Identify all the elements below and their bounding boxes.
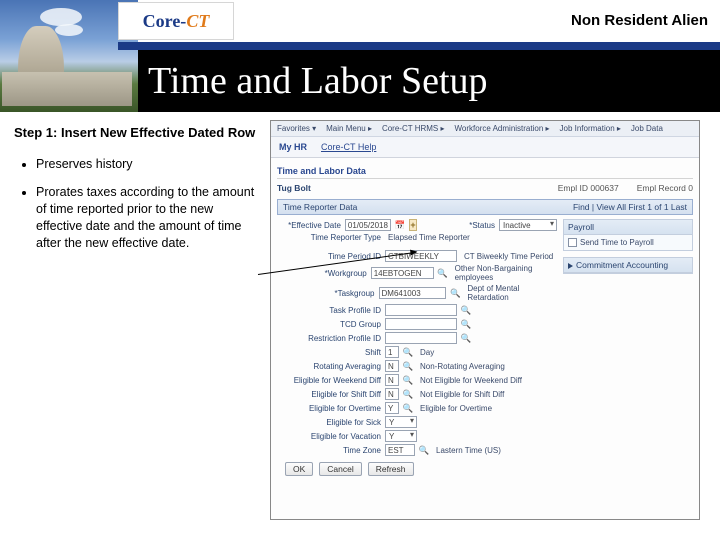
tz-label: Time Zone xyxy=(277,446,381,455)
core-ct-logo: Core-CT xyxy=(118,2,234,40)
add-row-icon[interactable]: + xyxy=(409,219,417,231)
lookup-icon[interactable]: 🔍 xyxy=(419,445,429,455)
sd-input[interactable]: N xyxy=(385,388,399,400)
emplid-label: Empl ID xyxy=(558,183,588,193)
wkd-input[interactable]: N xyxy=(385,374,399,386)
restrict-input[interactable] xyxy=(385,332,457,344)
lookup-icon[interactable]: 🔍 xyxy=(438,268,448,278)
logo-core-text: Core- xyxy=(143,11,187,32)
logo-ct-text: CT xyxy=(186,11,209,32)
sd-label: Eligible for Shift Diff xyxy=(277,390,381,399)
lookup-icon[interactable]: 🔍 xyxy=(450,288,460,298)
tz-input[interactable]: EST xyxy=(385,444,415,456)
workgroup-input[interactable]: 14EBTOGEN xyxy=(371,267,434,279)
section-header: Time and Labor Data xyxy=(277,166,693,179)
screenshot-panel: Favorites ▾ Main Menu ▸ Core-CT HRMS ▸ W… xyxy=(270,120,700,520)
emplrcd-value: 0 xyxy=(688,183,693,193)
employee-name: Tug Bolt xyxy=(277,183,311,193)
lookup-icon[interactable]: 🔍 xyxy=(461,319,471,329)
document-title: Non Resident Alien xyxy=(571,12,708,29)
taskprof-label: Task Profile ID xyxy=(277,306,381,315)
wkd-label: Eligible for Weekend Diff xyxy=(277,376,381,385)
lookup-icon[interactable]: 🔍 xyxy=(461,333,471,343)
vac-select[interactable]: Y xyxy=(385,430,417,442)
wkd-desc: Not Eligible for Weekend Diff xyxy=(420,376,522,385)
calendar-icon[interactable]: 📅 xyxy=(395,220,405,230)
crumb-item[interactable]: Core-CT HRMS ▸ xyxy=(382,124,445,133)
trtype-value: Elapsed Time Reporter xyxy=(388,233,470,242)
tr-data-header: Time Reporter Data xyxy=(283,202,357,212)
crumb-item[interactable]: Favorites ▾ xyxy=(277,124,316,133)
crumb-item[interactable]: Main Menu ▸ xyxy=(326,124,372,133)
effdt-label: *Effective Date xyxy=(277,221,341,230)
lookup-icon[interactable]: 🔍 xyxy=(403,375,413,385)
lookup-icon[interactable]: 🔍 xyxy=(403,389,413,399)
status-label: *Status xyxy=(431,221,495,230)
rotating-input[interactable]: N xyxy=(385,360,399,372)
shift-label: Shift xyxy=(277,348,381,357)
bullet-prorates-taxes: Prorates taxes according to the amount o… xyxy=(36,184,260,252)
ok-button[interactable]: OK xyxy=(285,462,313,476)
shift-input[interactable]: 1 xyxy=(385,346,399,358)
taskgroup-desc: Dept of Mental Retardation xyxy=(467,284,557,302)
tcdgroup-input[interactable] xyxy=(385,318,457,330)
taskgroup-input[interactable]: DM641003 xyxy=(379,287,447,299)
tcdgroup-label: TCD Group xyxy=(277,320,381,329)
step-heading: Step 1: Insert New Effective Dated Row xyxy=(14,124,260,142)
payroll-header: Payroll xyxy=(564,220,692,235)
tab-my-hr[interactable]: My HR xyxy=(279,142,307,152)
crumb-item[interactable]: Job Information ▸ xyxy=(560,124,621,133)
rotating-desc: Non-Rotating Averaging xyxy=(420,362,505,371)
tz-desc: Lastern Time (US) xyxy=(436,446,501,455)
effdt-input[interactable]: 01/05/2018 xyxy=(345,219,391,231)
emplid-value: 000637 xyxy=(590,183,618,193)
restrict-label: Restriction Profile ID xyxy=(277,334,381,343)
rotating-label: Rotating Averaging xyxy=(277,362,381,371)
tr-nav-links[interactable]: Find | View All First 1 of 1 Last xyxy=(573,202,687,212)
slide-title: Time and Labor Setup xyxy=(148,59,488,103)
payroll-box: Payroll Send Time to Payroll xyxy=(563,219,693,251)
crumb-item[interactable]: Job Data xyxy=(631,124,663,133)
taskprof-input[interactable] xyxy=(385,304,457,316)
taskgroup-label: *Taskgroup xyxy=(277,289,375,298)
trtype-label: Time Reporter Type xyxy=(277,233,381,242)
emplrcd-label: Empl Record xyxy=(637,183,686,193)
tab-core-ct-help[interactable]: Core-CT Help xyxy=(321,142,376,152)
lookup-icon[interactable]: 🔍 xyxy=(403,403,413,413)
period-input[interactable]: CTBIWEEKLY xyxy=(385,250,457,262)
period-desc: CT Biweekly Time Period xyxy=(464,252,553,261)
refresh-button[interactable]: Refresh xyxy=(368,462,414,476)
lookup-icon[interactable]: 🔍 xyxy=(403,347,413,357)
expand-icon[interactable] xyxy=(568,263,573,269)
sick-select[interactable]: Y xyxy=(385,416,417,428)
send-to-payroll-checkbox[interactable] xyxy=(568,238,577,247)
sick-label: Eligible for Sick xyxy=(277,418,381,427)
ot-input[interactable]: Y xyxy=(385,402,399,414)
workgroup-desc: Other Non-Bargaining employees xyxy=(455,264,557,282)
commitment-box: Commitment Accounting xyxy=(563,257,693,274)
ot-desc: Eligible for Overtime xyxy=(420,404,492,413)
commitment-header: Commitment Accounting xyxy=(576,260,668,270)
crumb-item[interactable]: Workforce Administration ▸ xyxy=(455,124,550,133)
title-black-band: Time and Labor Setup xyxy=(138,50,720,112)
shift-desc: Day xyxy=(420,348,434,357)
cancel-button[interactable]: Cancel xyxy=(319,462,361,476)
header-blue-bar xyxy=(118,42,720,50)
send-to-payroll-label: Send Time to Payroll xyxy=(580,238,654,247)
ot-label: Eligible for Overtime xyxy=(277,404,381,413)
breadcrumb: Favorites ▾ Main Menu ▸ Core-CT HRMS ▸ W… xyxy=(271,121,699,137)
status-select[interactable]: Inactive xyxy=(499,219,557,231)
lookup-icon[interactable]: 🔍 xyxy=(461,305,471,315)
sd-desc: Not Eligible for Shift Diff xyxy=(420,390,504,399)
lookup-icon[interactable]: 🔍 xyxy=(403,361,413,371)
vac-label: Eligible for Vacation xyxy=(277,432,381,441)
bullet-preserves-history: Preserves history xyxy=(36,156,260,173)
